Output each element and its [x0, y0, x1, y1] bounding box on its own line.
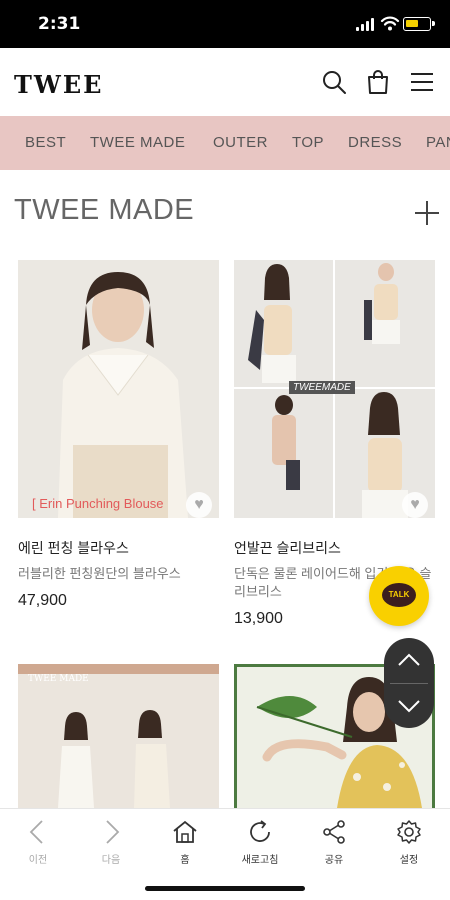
bottom-nav: 이전 다음 홈 새로고침 공유 설정 [0, 808, 450, 900]
model-photo [18, 260, 219, 518]
brand-logo[interactable]: TWEE [14, 70, 103, 99]
app-header: TWEE [0, 48, 450, 116]
product-banner-text: [ Erin Punching Blouse [32, 496, 164, 511]
heart-icon[interactable]: ♥ [186, 492, 212, 518]
nav-label: 다음 [101, 855, 121, 866]
status-bar: 2:31 [0, 0, 450, 48]
product-name[interactable]: 에린 펀칭 블라우스 [18, 538, 129, 558]
scroll-buttons [384, 638, 434, 728]
product-image[interactable]: TWEEMADE ♥ [234, 260, 435, 518]
nav-label: 설정 [399, 855, 419, 866]
shopping-bag-icon[interactable] [364, 68, 392, 96]
product-name[interactable]: 언발끈 슬리브리스 [234, 538, 341, 558]
refresh-icon [250, 820, 270, 842]
category-top[interactable]: TOP [292, 134, 324, 151]
category-nav: BEST TWEE MADE OUTER TOP DRESS PANTS [0, 116, 450, 170]
nav-forward[interactable]: 다음 [81, 819, 141, 866]
status-time: 2:31 [38, 14, 81, 34]
chat-button[interactable]: TALK [369, 566, 429, 626]
settings-icon [397, 820, 421, 844]
nav-label: 공유 [324, 855, 344, 866]
product-label: TWEE MADE [28, 674, 89, 684]
category-outer[interactable]: OUTER [213, 134, 268, 151]
nav-label: 이전 [28, 855, 48, 866]
heart-icon[interactable]: ♥ [402, 492, 428, 518]
plus-icon[interactable] [414, 200, 440, 226]
nav-refresh[interactable]: 새로고침 [230, 819, 290, 866]
model-photo [18, 674, 219, 808]
talk-label: TALK [382, 583, 416, 607]
share-icon [323, 820, 345, 844]
category-dress[interactable]: DRESS [348, 134, 402, 151]
scroll-up-icon[interactable] [396, 650, 422, 670]
nav-share[interactable]: 공유 [304, 819, 364, 866]
product-image[interactable]: [ Erin Punching Blouse ♥ [18, 260, 219, 518]
scroll-down-icon[interactable] [396, 696, 422, 716]
nav-home[interactable]: 홈 [155, 819, 215, 866]
category-best[interactable]: BEST [25, 134, 66, 151]
wifi-icon [380, 16, 400, 31]
home-indicator [145, 886, 305, 891]
battery-icon [403, 17, 435, 31]
product-price: 47,900 [18, 592, 67, 609]
nav-back[interactable]: 이전 [8, 819, 68, 866]
product-price: 13,900 [234, 610, 283, 627]
product-description: 러블리한 펀칭원단의 블라우스 [18, 566, 181, 581]
nav-label: 홈 [180, 855, 190, 866]
cellular-signal-icon [356, 17, 376, 31]
section-title: TWEE MADE [14, 194, 195, 226]
category-twee-made[interactable]: TWEE MADE [90, 134, 185, 151]
product-watermark: TWEEMADE [289, 381, 355, 394]
nav-label: 새로고침 [241, 855, 279, 866]
menu-icon[interactable] [408, 68, 436, 96]
back-icon [29, 820, 43, 844]
nav-settings[interactable]: 설정 [379, 819, 439, 866]
search-icon[interactable] [320, 68, 348, 96]
product-image[interactable]: TWEE MADE [18, 664, 219, 808]
category-pants[interactable]: PANTS [426, 134, 450, 151]
forward-icon [106, 820, 120, 844]
home-icon [173, 820, 197, 843]
